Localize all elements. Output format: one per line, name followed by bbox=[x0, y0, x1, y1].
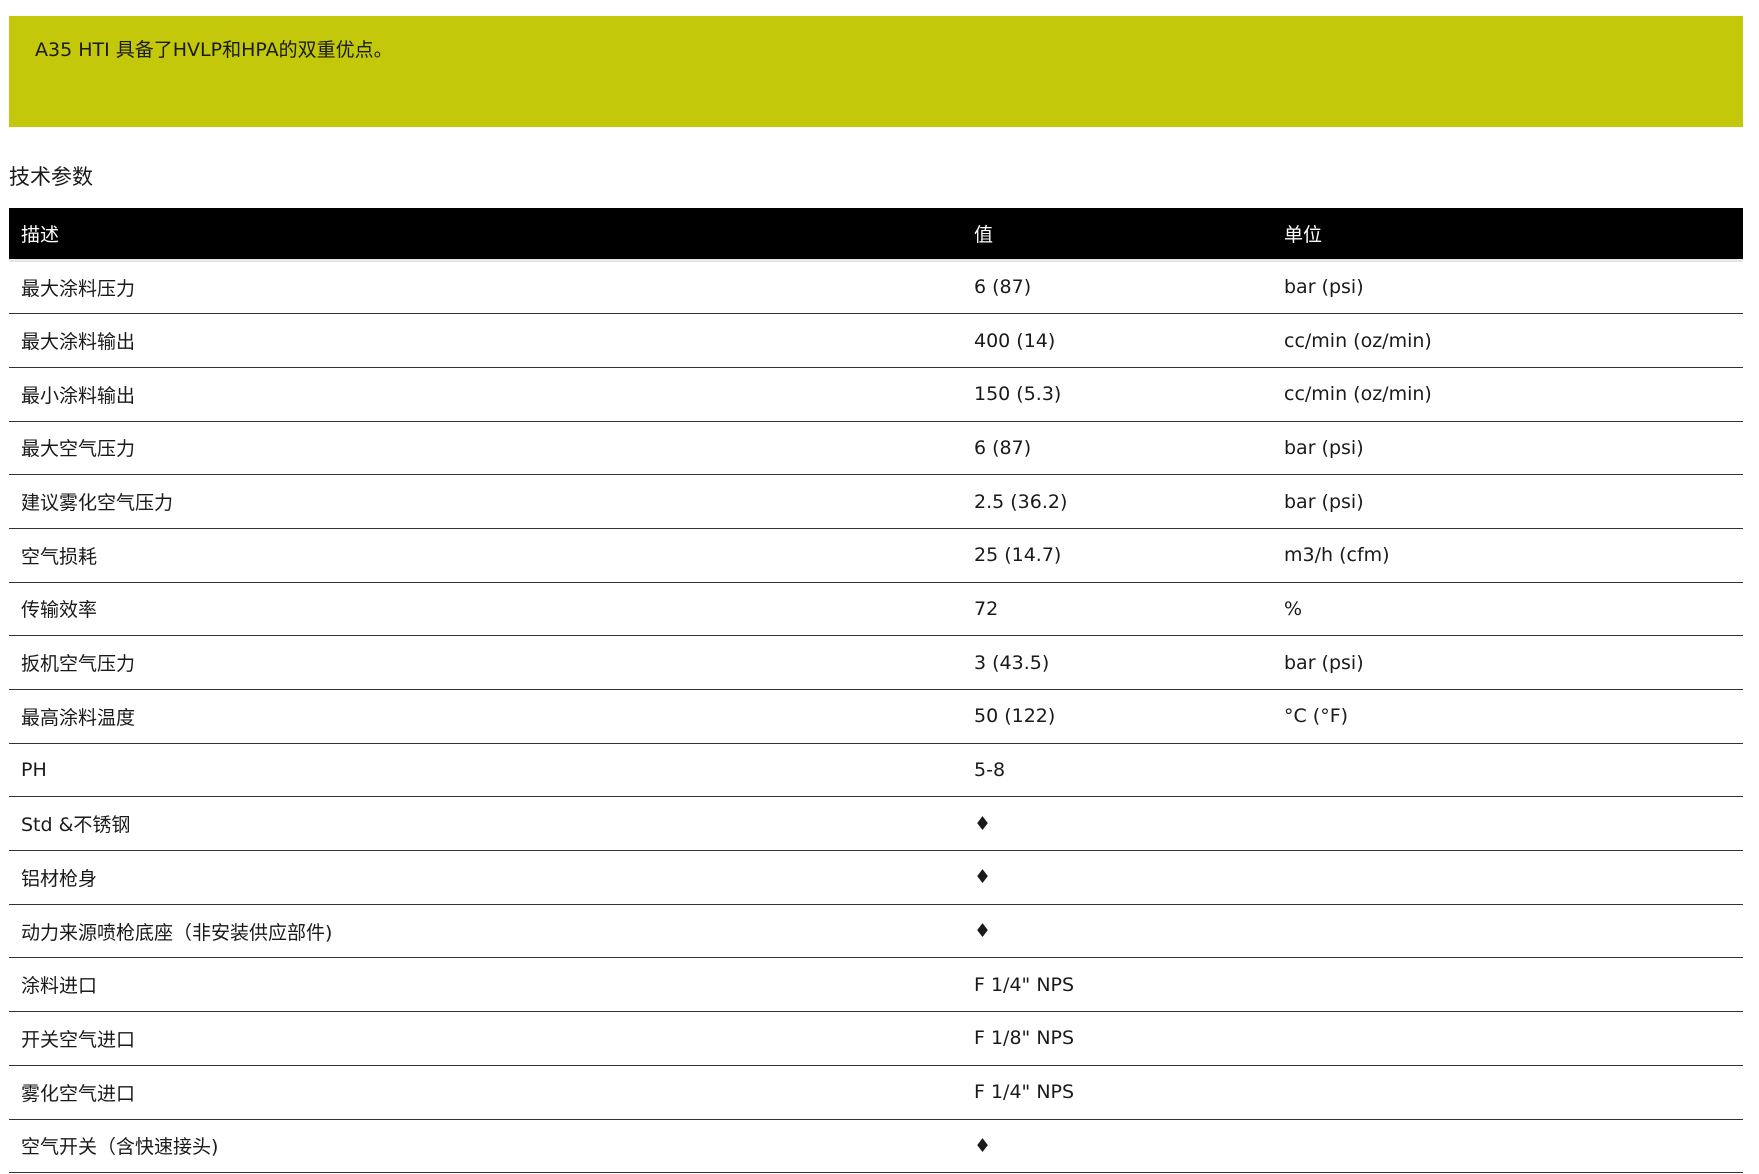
table-row: Std &不锈钢 ♦ bbox=[9, 797, 1743, 851]
cell-value: ♦ bbox=[974, 812, 992, 835]
cell-unit bbox=[1272, 1012, 1743, 1066]
table-row: 建议雾化空气压力 2.5 (36.2) bar (psi) bbox=[9, 475, 1743, 529]
cell-value: 150 (5.3) bbox=[974, 383, 1062, 406]
cell-value: F 1/4" NPS bbox=[974, 973, 1075, 996]
banner-text: A35 HTI 具备了HVLP和HPA的双重优点。 bbox=[35, 39, 393, 61]
cell-description: 开关空气进口 bbox=[21, 1028, 136, 1051]
cell-description: 最小涂料输出 bbox=[21, 384, 136, 407]
cell-unit bbox=[1272, 1065, 1743, 1119]
table-row: 空气损耗 25 (14.7) m3/h (cfm) bbox=[9, 528, 1743, 583]
cell-unit: % bbox=[1284, 597, 1303, 620]
cell-value: ♦ bbox=[974, 920, 992, 943]
cell-unit: cc/min (oz/min) bbox=[1284, 383, 1432, 406]
table-row: 最大涂料输出 400 (14) cc/min (oz/min) bbox=[9, 314, 1743, 368]
cell-description: 传输效率 bbox=[21, 599, 98, 622]
table-row: 最大涂料压力 6 (87) bar (psi) bbox=[9, 260, 1743, 314]
table-row: 开关空气进口 F 1/8" NPS bbox=[9, 1012, 1743, 1066]
cell-value: F 1/8" NPS bbox=[974, 1027, 1075, 1050]
cell-unit: bar (psi) bbox=[1284, 490, 1364, 513]
cell-unit: bar (psi) bbox=[1284, 651, 1364, 674]
table-row: 涂料进口 F 1/4" NPS bbox=[9, 958, 1743, 1012]
table-row: 动力来源喷枪底座（非安装供应部件) ♦ bbox=[9, 904, 1743, 958]
spec-table: 描述 值 单位 最大涂料压力 6 (87) bar (psi) 最大涂料输出 400 (… bbox=[9, 208, 1743, 1173]
cell-description: 最大涂料压力 bbox=[21, 277, 136, 300]
cell-unit bbox=[1272, 958, 1743, 1012]
table-row: PH 5-8 bbox=[9, 743, 1743, 797]
cell-description: PH bbox=[21, 759, 47, 782]
table-row: 最高涂料温度 50 (122) °C (°F) bbox=[9, 690, 1743, 744]
cell-description: Std &不锈钢 bbox=[21, 814, 131, 837]
cell-value: 2.5 (36.2) bbox=[974, 490, 1068, 513]
table-row: 扳机空气压力 3 (43.5) bar (psi) bbox=[9, 636, 1743, 690]
cell-value: 3 (43.5) bbox=[974, 651, 1050, 674]
cell-value: ♦ bbox=[974, 866, 992, 889]
header-value: 值 bbox=[962, 208, 1272, 260]
cell-unit: °C (°F) bbox=[1284, 705, 1349, 728]
cell-description: 空气开关（含快速接头) bbox=[21, 1136, 219, 1159]
cell-description: 最大涂料输出 bbox=[21, 331, 136, 354]
table-row: 传输效率 72% bbox=[9, 582, 1743, 636]
cell-value: 6 (87) bbox=[974, 436, 1032, 459]
cell-description: 雾化空气进口 bbox=[21, 1082, 136, 1105]
cell-unit bbox=[1272, 797, 1743, 851]
header-description: 描述 bbox=[9, 208, 962, 260]
table-row: 铝材枪身 ♦ bbox=[9, 851, 1743, 905]
cell-unit bbox=[1272, 851, 1743, 905]
product-banner: A35 HTI 具备了HVLP和HPA的双重优点。 bbox=[9, 16, 1743, 127]
cell-description: 铝材枪身 bbox=[21, 867, 98, 890]
cell-unit bbox=[1272, 1119, 1743, 1173]
cell-value: 400 (14) bbox=[974, 329, 1056, 352]
cell-unit bbox=[1272, 743, 1743, 797]
cell-value: 25 (14.7) bbox=[974, 544, 1062, 567]
cell-description: 空气损耗 bbox=[21, 545, 98, 568]
cell-unit: bar (psi) bbox=[1284, 436, 1364, 459]
cell-unit: m3/h (cfm) bbox=[1284, 544, 1390, 567]
cell-description: 建议雾化空气压力 bbox=[21, 492, 174, 515]
table-row: 最大空气压力 6 (87) bar (psi) bbox=[9, 421, 1743, 475]
cell-value: 6 (87) bbox=[974, 276, 1032, 299]
table-header-row: 描述 值 单位 bbox=[9, 208, 1743, 260]
cell-value: ♦ bbox=[974, 1134, 992, 1157]
cell-value: F 1/4" NPS bbox=[974, 1081, 1075, 1104]
cell-description: 扳机空气压力 bbox=[21, 653, 136, 676]
cell-value: 5-8 bbox=[974, 759, 1006, 782]
cell-description: 动力来源喷枪底座（非安装供应部件) bbox=[21, 921, 333, 944]
table-row: 空气开关（含快速接头) ♦ bbox=[9, 1119, 1743, 1173]
table-row: 雾化空气进口 F 1/4" NPS bbox=[9, 1065, 1743, 1119]
header-unit: 单位 bbox=[1272, 208, 1743, 260]
cell-description: 涂料进口 bbox=[21, 975, 98, 998]
cell-description: 最高涂料温度 bbox=[21, 706, 136, 729]
cell-unit: bar (psi) bbox=[1284, 276, 1364, 299]
cell-value: 72 bbox=[974, 597, 999, 620]
cell-unit: cc/min (oz/min) bbox=[1284, 329, 1432, 352]
section-title: 技术参数 bbox=[9, 165, 93, 189]
cell-description: 最大空气压力 bbox=[21, 438, 136, 461]
cell-unit bbox=[1272, 904, 1743, 958]
table-body: 最大涂料压力 6 (87) bar (psi) 最大涂料输出 400 (14) cc/mi… bbox=[9, 260, 1743, 1173]
cell-value: 50 (122) bbox=[974, 705, 1056, 728]
table-row: 最小涂料输出 150 (5.3) cc/min (oz/min) bbox=[9, 367, 1743, 422]
